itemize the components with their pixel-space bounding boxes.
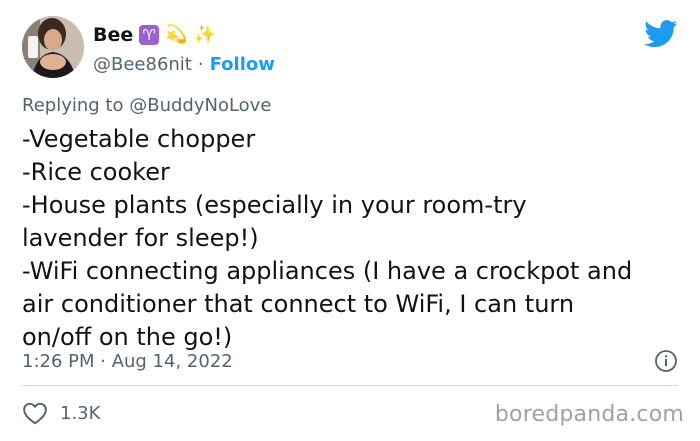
name-row: Bee ♈ 💫 ✨ <box>93 22 216 48</box>
replying-prefix: Replying to <box>22 95 124 116</box>
info-icon[interactable] <box>654 349 678 373</box>
tweet-line: air conditioner that connect to WiFi, I … <box>22 290 575 318</box>
follow-button[interactable]: Follow <box>210 54 275 75</box>
display-name[interactable]: Bee <box>93 24 133 46</box>
heart-icon[interactable] <box>22 401 48 425</box>
tweet-header: Bee ♈ 💫 ✨ @Bee86nit · Follow <box>22 16 678 82</box>
avatar-photo <box>22 16 84 78</box>
likes-row: 1.3K <box>22 399 100 427</box>
aries-emoji-icon: ♈ <box>139 25 160 45</box>
dizzy-emoji-icon: 💫 <box>165 24 188 45</box>
tweet-line: -House plants (especially in your room-t… <box>22 191 527 219</box>
like-count[interactable]: 1.3K <box>60 403 100 424</box>
tweet-text: -Vegetable chopper -Rice cooker -House p… <box>22 123 682 354</box>
handle-row: @Bee86nit · Follow <box>93 52 275 76</box>
sparkles-emoji-icon: ✨ <box>193 24 217 45</box>
tweet-timestamp[interactable]: 1:26 PM · Aug 14, 2022 <box>22 351 233 372</box>
tweet-card: Bee ♈ 💫 ✨ @Bee86nit · Follow Replying to… <box>0 0 700 441</box>
tweet-line: -Rice cooker <box>22 158 170 186</box>
tweet-line: lavender for sleep!) <box>22 224 259 252</box>
avatar[interactable] <box>22 16 84 78</box>
reply-mention-link[interactable]: @BuddyNoLove <box>129 95 271 116</box>
handle-separator: · <box>197 53 204 75</box>
tweet-line: -Vegetable chopper <box>22 125 256 153</box>
user-handle[interactable]: @Bee86nit <box>93 54 192 75</box>
timestamp-row: 1:26 PM · Aug 14, 2022 <box>22 348 678 374</box>
boredpanda-watermark: boredpanda.com <box>494 402 684 427</box>
replying-to: Replying to @BuddyNoLove <box>22 95 271 116</box>
divider <box>22 385 678 386</box>
twitter-bird-icon[interactable] <box>644 20 678 48</box>
tweet-line: -WiFi connecting appliances (I have a cr… <box>22 257 633 285</box>
